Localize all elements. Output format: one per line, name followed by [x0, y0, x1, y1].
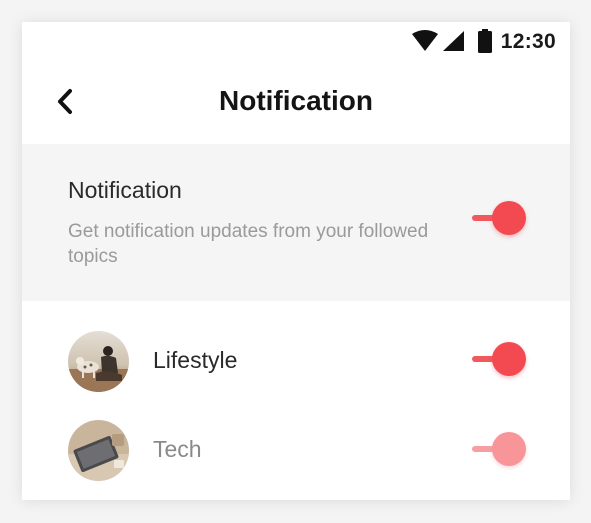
battery-icon	[478, 29, 492, 53]
topic-label-tech: Tech	[153, 436, 202, 462]
tech-toggle[interactable]	[472, 432, 526, 466]
master-setting-description: Get notification updates from your follo…	[68, 221, 429, 267]
toggle-thumb	[492, 342, 526, 376]
status-bar: 12:30	[22, 22, 570, 62]
toggle-thumb	[492, 201, 526, 235]
toggle-thumb	[492, 432, 526, 466]
notification-toggle[interactable]	[472, 201, 526, 235]
topic-label-lifestyle: Lifestyle	[153, 347, 238, 373]
topic-row-tech: Tech	[22, 416, 570, 486]
topic-row-lifestyle: Lifestyle	[22, 327, 570, 397]
phone-screen: 12:30 Notification Notification Get noti…	[22, 22, 570, 500]
app-bar: Notification	[22, 72, 570, 144]
lifestyle-toggle[interactable]	[472, 342, 526, 376]
status-time: 12:30	[500, 30, 556, 53]
master-setting-title: Notification	[68, 177, 182, 203]
page-title: Notification	[219, 85, 373, 116]
lifestyle-avatar	[68, 331, 129, 392]
tech-avatar	[68, 420, 129, 481]
cellular-signal-icon	[443, 31, 464, 51]
wifi-icon	[412, 30, 438, 51]
notification-master-setting: Notification Get notification updates fr…	[22, 144, 570, 301]
